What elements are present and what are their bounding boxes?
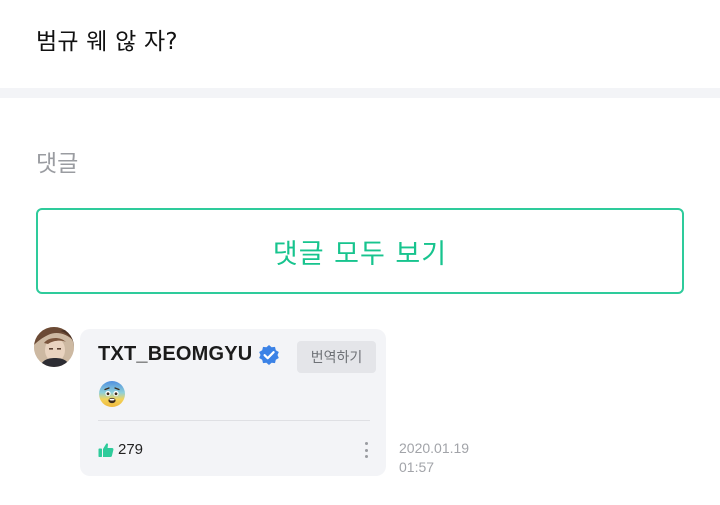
translate-button[interactable]: 번역하기	[297, 341, 376, 373]
avatar-image	[34, 327, 74, 367]
weverse-post-comments-view: 범규 웨 않 자? 댓글 댓글 모두 보기 TXT_BEOMGYU 번역하기 2…	[0, 0, 720, 505]
verified-badge-icon	[258, 344, 280, 366]
more-options-icon[interactable]	[360, 440, 372, 460]
fearful-face-emoji	[98, 380, 126, 408]
avatar[interactable]	[34, 327, 74, 367]
comment-date: 2020.01.19	[399, 440, 470, 456]
comment-author-name[interactable]: TXT_BEOMGYU	[98, 343, 252, 366]
comment-card: TXT_BEOMGYU 번역하기 279	[80, 329, 386, 476]
comment-author-row: TXT_BEOMGYU	[98, 343, 280, 366]
comments-heading: 댓글	[36, 151, 79, 177]
comment-card-divider	[98, 420, 370, 421]
thumbs-up-icon	[98, 442, 114, 458]
comment-time: 01:57	[399, 459, 435, 475]
section-divider	[0, 88, 720, 98]
like-button[interactable]: 279	[98, 441, 143, 458]
comment-timestamp: 2020.01.19 01:57	[399, 439, 469, 477]
view-all-comments-button[interactable]: 댓글 모두 보기	[36, 208, 684, 294]
like-count: 279	[118, 441, 144, 458]
post-body-text: 범규 웨 않 자?	[36, 29, 178, 55]
